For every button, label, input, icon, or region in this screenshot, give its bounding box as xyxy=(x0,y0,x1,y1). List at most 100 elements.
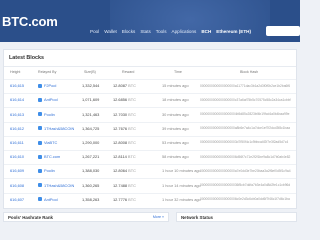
pool-name: AntPool xyxy=(44,97,58,103)
pool-icon xyxy=(38,112,42,117)
table-row: 616,614 AntPool 1,071,609 12.6856 BTC 18 min… xyxy=(4,93,296,105)
reward-unit: BTC xyxy=(128,182,136,188)
nav-bch[interactable]: BCH xyxy=(201,29,211,34)
block-hash-link[interactable]: 0000000000000000000a7e0dd3e7be20baa3a2f6… xyxy=(200,169,291,173)
block-hash-link[interactable]: 0000000000000000000a8b6e7a4c1a7dce1ef7f2… xyxy=(200,126,290,130)
block-height-link[interactable]: 616,615 xyxy=(10,83,24,88)
reward-unit: BTC xyxy=(128,168,136,174)
table-row: 616,610 BTC.com 1,267,221 12.8114 BTC 58 min… xyxy=(4,150,296,162)
reward-unit: BTC xyxy=(128,83,136,89)
table-header: Height Relayed By Size(B) Reward Time Bl… xyxy=(4,70,296,78)
reward-value: 12.7488 xyxy=(113,182,128,188)
pool-link[interactable]: Poolin xyxy=(38,168,55,173)
nav-stats[interactable]: Stats xyxy=(140,29,150,34)
table-row: 616,607 AntPool 1,358,263 12.7776 BTC 1 hour… xyxy=(4,192,296,205)
block-size: 1,332,544 xyxy=(82,83,100,89)
nav-ethereum[interactable]: Ethereum (ETH) xyxy=(216,29,251,34)
reward-value: 12.7776 xyxy=(113,196,128,202)
pool-name: 1THash&58COIN xyxy=(44,182,75,188)
block-height-link[interactable]: 616,610 xyxy=(10,154,24,159)
main-nav: Pool Wallet Blocks Stats Tools Applicati… xyxy=(90,29,256,34)
table-row: 616,612 1THash&58COIN 1,364,725 12.7676 BTC… xyxy=(4,121,296,134)
block-hash-link[interactable]: 000000000000000000036f5cb7ddfa7b3e4a0d8d… xyxy=(200,183,290,187)
block-hash-link[interactable]: 00000000000000000004b5d85c2823bf4b19fcd4… xyxy=(200,112,289,116)
block-hash-link[interactable]: 0000000000000000000c37a6af75b5c70575c58c… xyxy=(200,98,291,102)
block-size: 1,071,609 xyxy=(82,97,100,103)
pool-name: BTC.com xyxy=(44,154,61,160)
pool-link[interactable]: Poolin xyxy=(38,112,55,117)
pool-name: AntPool xyxy=(44,196,58,202)
col-time: Time xyxy=(174,70,182,74)
pool-icon xyxy=(38,169,42,174)
pool-link[interactable]: BTC.com xyxy=(38,154,60,159)
block-height-link[interactable]: 616,609 xyxy=(10,168,24,173)
block-reward: 12.8114 BTC xyxy=(113,154,136,159)
block-size: 1,267,221 xyxy=(82,154,100,160)
block-time: 53 minutes ago xyxy=(162,140,189,146)
reward-value: 12.8008 xyxy=(113,140,128,146)
reward-value: 12.6856 xyxy=(113,97,128,103)
pool-link[interactable]: AntPool xyxy=(38,197,58,202)
block-size: 1,364,725 xyxy=(82,125,100,131)
block-reward: 12.7676 BTC xyxy=(113,126,136,131)
pools-hashrate-panel: Pools' Hashrate Rank More » xyxy=(3,212,169,222)
pool-link[interactable]: 1THash&58COIN xyxy=(38,126,74,131)
block-height-link[interactable]: 616,607 xyxy=(10,197,24,202)
reward-value: 12.8087 xyxy=(113,83,128,89)
pool-link[interactable]: 1THash&58COIN xyxy=(38,183,74,188)
nav-wallet[interactable]: Wallet xyxy=(104,29,117,34)
block-size: 1,358,263 xyxy=(82,196,100,202)
block-hash-link[interactable]: 00000000000000000003d7f50f4c1c9bbca4f2f7… xyxy=(200,140,288,144)
pool-link[interactable]: ViaBTC xyxy=(38,140,57,145)
block-time: 1 hour 32 minutes ago xyxy=(162,196,201,202)
block-height-link[interactable]: 616,613 xyxy=(10,112,24,117)
site-logo[interactable]: BTC.com xyxy=(2,14,58,29)
table-row: 616,609 Poolin 1,388,030 12.8064 BTC 1 hour … xyxy=(4,164,296,176)
block-time: 58 minutes ago xyxy=(162,154,189,160)
reward-value: 12.8114 xyxy=(113,154,127,160)
block-time: 18 minutes ago xyxy=(162,97,189,103)
col-block-hash: Block Hash xyxy=(240,70,259,74)
col-reward: Reward xyxy=(122,70,135,74)
block-reward: 12.7776 BTC xyxy=(113,197,136,202)
pool-icon xyxy=(38,197,42,202)
pool-name: Poolin xyxy=(44,168,55,174)
block-height-link[interactable]: 616,611 xyxy=(10,140,24,145)
col-relayed-by: Relayed By xyxy=(38,70,57,74)
col-size: Size(B) xyxy=(84,70,96,74)
nav-tools[interactable]: Tools xyxy=(156,29,167,34)
pool-link[interactable]: F2Pool xyxy=(38,83,56,88)
nav-applications[interactable]: Applications xyxy=(172,29,197,34)
block-size: 1,360,265 xyxy=(82,182,100,188)
block-height-link[interactable]: 616,608 xyxy=(10,183,24,188)
block-time: 1 hour 14 minutes ago xyxy=(162,182,201,188)
pool-icon xyxy=(38,183,42,188)
panel-title: Latest Blocks xyxy=(9,55,45,61)
latest-blocks-panel: Latest Blocks Height Relayed By Size(B) … xyxy=(3,49,297,209)
block-hash-link[interactable]: 0000000000000000000a11771dac3b1a2d3f0f0b… xyxy=(200,84,290,88)
block-hash-link[interactable]: 00000000000000000006c0e2d3c6cb0a0dd6f7f4… xyxy=(200,197,290,201)
reward-value: 12.8064 xyxy=(113,168,128,174)
reward-unit: BTC xyxy=(128,140,136,146)
block-reward: 12.8087 BTC xyxy=(113,83,136,88)
panel-title: Network Status xyxy=(181,215,213,220)
reward-unit: BTC xyxy=(128,97,136,103)
more-link[interactable]: More » xyxy=(153,215,164,219)
pool-name: Poolin xyxy=(44,111,55,117)
divider xyxy=(4,66,296,67)
reward-value: 12.7030 xyxy=(113,111,128,117)
block-height-link[interactable]: 616,612 xyxy=(10,126,24,131)
block-size: 1,388,030 xyxy=(82,168,100,174)
block-time: 30 minutes ago xyxy=(162,111,189,117)
search-input[interactable] xyxy=(266,26,300,36)
nav-blocks[interactable]: Blocks xyxy=(122,29,136,34)
block-hash-link[interactable]: 00000000000000000006d56f7c71e2f2f1be9a8c… xyxy=(200,155,290,159)
nav-pool[interactable]: Pool xyxy=(90,29,99,34)
block-height-link[interactable]: 616,614 xyxy=(10,97,24,102)
table-row: 616,608 1THash&58COIN 1,360,265 12.7488 BTC… xyxy=(4,178,296,190)
reward-value: 12.7676 xyxy=(113,125,128,131)
top-navigation-bar: BTC.com Pool Wallet Blocks Stats Tools A… xyxy=(0,0,300,42)
pool-link[interactable]: AntPool xyxy=(38,97,58,102)
table-row: 616,613 Poolin 1,321,463 12.7030 BTC 30 minu… xyxy=(4,107,296,119)
block-size: 1,321,463 xyxy=(82,111,100,117)
